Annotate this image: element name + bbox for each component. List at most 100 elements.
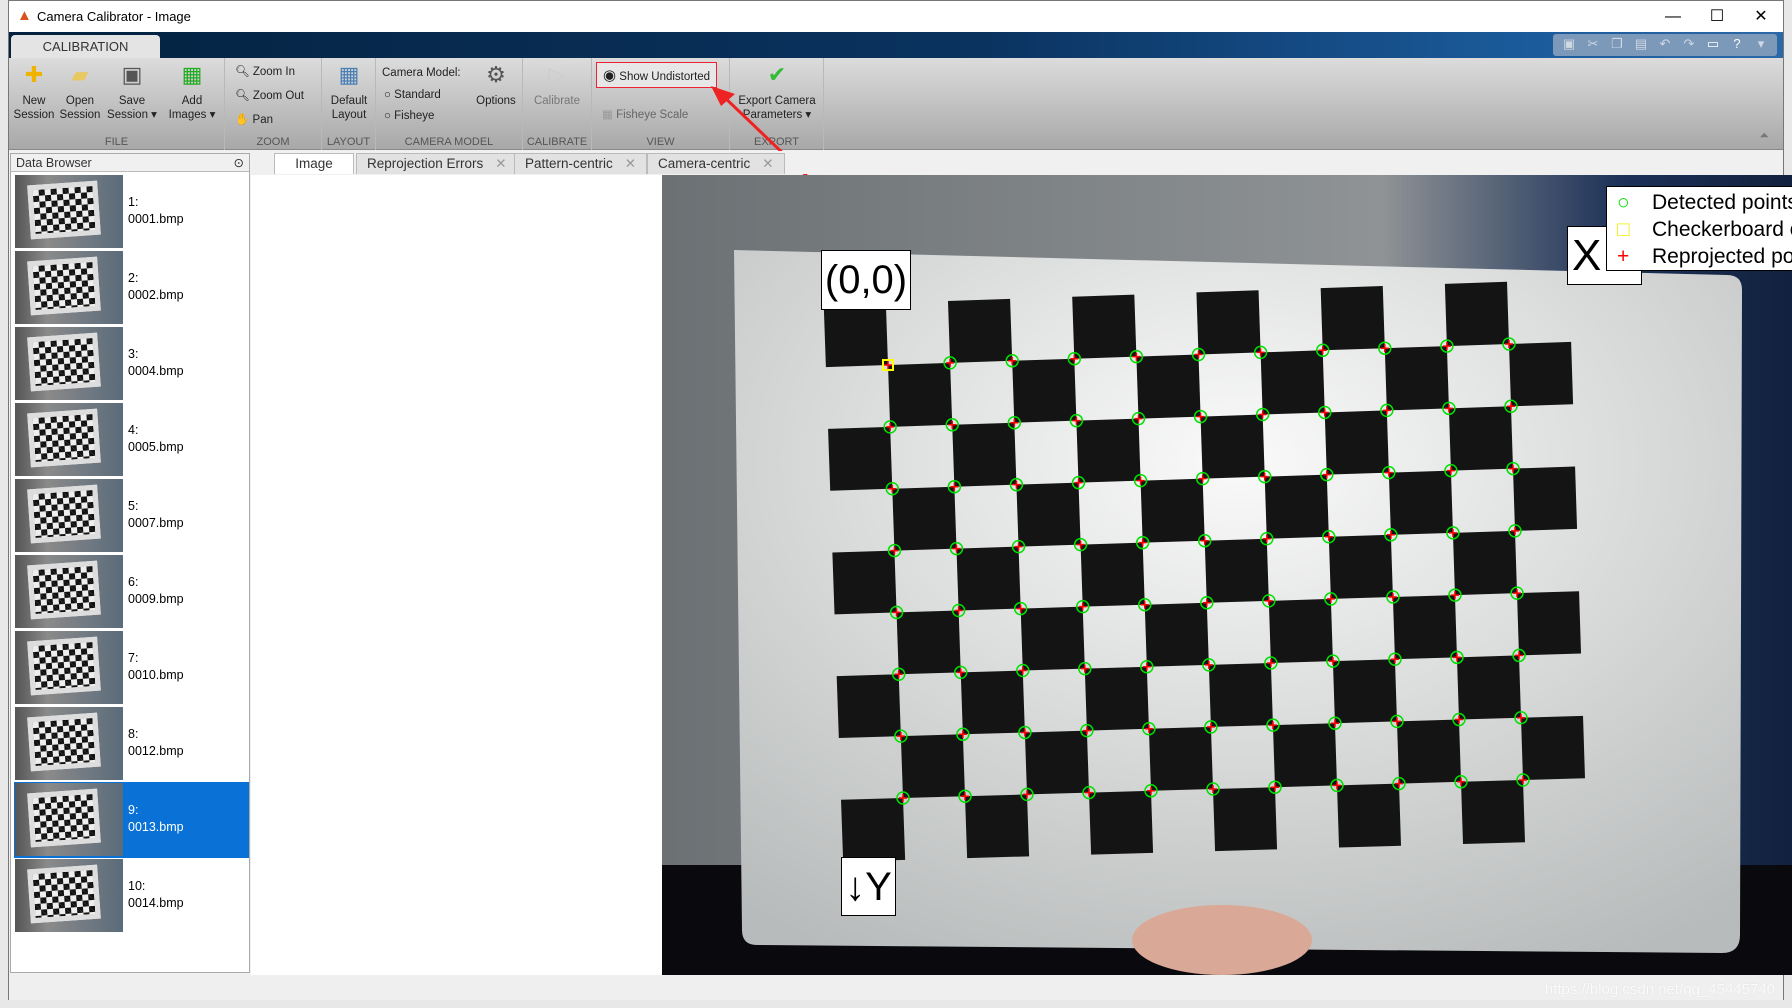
maximize-button[interactable]: ☐: [1697, 5, 1737, 29]
close-tab-icon[interactable]: ✕: [762, 156, 773, 171]
list-item[interactable]: 2: 0002.bmp: [14, 250, 249, 326]
list-item[interactable]: 1: 0001.bmp: [14, 174, 249, 250]
hand: [1132, 905, 1312, 975]
circle-icon: ○: [1617, 191, 1630, 214]
checker-square: [1084, 666, 1149, 731]
thumbnail: [15, 479, 123, 552]
paste-icon[interactable]: ▤: [1633, 36, 1649, 52]
checker-square: [1509, 341, 1574, 407]
pan-button[interactable]: ✋ Pan: [235, 112, 273, 126]
tab-reprojection-errors[interactable]: Reprojection Errors ✕: [356, 153, 518, 174]
show-undistorted-button[interactable]: ◉ Show Undistorted: [596, 62, 718, 88]
item-label: 4: 0005.bmp: [128, 423, 184, 454]
floppy-icon: ▣: [121, 62, 143, 87]
item-label: 7: 0010.bmp: [128, 651, 184, 682]
close-tab-icon[interactable]: ✕: [495, 156, 506, 171]
checker-square: [952, 422, 1017, 487]
checker-square: [888, 362, 953, 427]
thumbnail: [15, 555, 123, 628]
checker-square: [1016, 482, 1081, 547]
zoom-in-button[interactable]: 🔍︎ Zoom In: [235, 64, 295, 78]
item-label: 10: 0014.bmp: [128, 879, 184, 910]
thumbnail: [15, 403, 123, 476]
data-browser: Data Browser ⊙ 1: 0001.bmp 2: 0002.bmp 3: 0004…: [10, 153, 250, 973]
open-session-button[interactable]: ▰ Open Session: [59, 62, 101, 122]
new-session-button[interactable]: ✚ New Session: [13, 62, 55, 122]
checker-square: [1076, 418, 1141, 483]
thumbnail: [15, 631, 123, 704]
list-item[interactable]: 5: 0007.bmp: [14, 478, 249, 554]
checker-square: [1448, 406, 1513, 471]
checker-square: [1324, 410, 1389, 475]
cut-icon[interactable]: ✂: [1585, 36, 1601, 52]
tab-pattern-centric[interactable]: Pattern-centric ✕: [514, 153, 648, 174]
checker-square: [1517, 591, 1582, 656]
options-button[interactable]: ⚙ Options: [472, 62, 520, 108]
checker-square: [1200, 414, 1265, 479]
tab-image[interactable]: Image: [274, 153, 354, 174]
legend: ○Detected points □Checkerboard origin +R…: [1606, 186, 1792, 271]
save-icon[interactable]: ▣: [1561, 36, 1577, 52]
list-item[interactable]: 10: 0014.bmp: [14, 858, 249, 934]
checker-square: [1461, 780, 1525, 845]
minimize-button[interactable]: —: [1653, 5, 1693, 29]
help-icon[interactable]: ?: [1729, 36, 1745, 52]
redo-icon[interactable]: ↷: [1681, 36, 1697, 52]
checker-square: [892, 486, 957, 551]
checker-square: [1384, 346, 1449, 411]
copy-icon[interactable]: ❐: [1609, 36, 1625, 52]
document-tabs: Image Reprojection Errors ✕ Pattern-centr…: [9, 151, 1783, 174]
add-images-button[interactable]: ▦ Add Images ▾: [167, 62, 217, 122]
group-label: ZOOM: [256, 136, 290, 148]
checker-square: [965, 794, 1030, 859]
collapse-ribbon-icon[interactable]: ⏶: [1759, 128, 1769, 143]
checker-square: [1268, 598, 1333, 663]
dropdown-icon[interactable]: ⊙: [234, 154, 244, 172]
list-item[interactable]: 7: 0010.bmp: [14, 630, 249, 706]
calibrate-button[interactable]: ▷ Calibrate: [527, 62, 587, 108]
standard-radio[interactable]: ○ Standard: [384, 89, 441, 101]
list-item[interactable]: 4: 0005.bmp: [14, 402, 249, 478]
close-tab-icon[interactable]: ✕: [625, 156, 636, 171]
legend-item-origin: □Checkerboard origin: [1617, 218, 1792, 241]
list-item[interactable]: 8: 0012.bmp: [14, 706, 249, 782]
list-item[interactable]: 3: 0004.bmp: [14, 326, 249, 402]
checker-square: [1144, 602, 1209, 667]
list-item[interactable]: 9: 0013.bmp: [14, 782, 249, 858]
checker-square: [1012, 358, 1077, 423]
undo-icon[interactable]: ↶: [1657, 36, 1673, 52]
tab-camera-centric[interactable]: Camera-centric ✕: [647, 153, 785, 174]
file-group: ✚ New Session ▰ Open Session ▣ Save Session…: [9, 58, 225, 150]
zoom-out-button[interactable]: 🔍︎ Zoom Out: [235, 88, 304, 102]
item-label: 6: 0009.bmp: [128, 575, 184, 606]
gear-icon: ⚙: [486, 62, 506, 87]
fisheye-radio[interactable]: ○ Fisheye: [384, 110, 434, 122]
thumbnail: [15, 327, 123, 400]
tab-calibration[interactable]: CALIBRATION: [11, 35, 160, 58]
menu-icon[interactable]: ▾: [1753, 36, 1769, 52]
checker-square: [1140, 478, 1205, 543]
checker-square: [828, 426, 893, 491]
layout-group: ▦ Default Layout LAYOUT: [322, 58, 376, 150]
checker-square: [1196, 290, 1261, 355]
hand-icon: ✋: [235, 114, 250, 126]
default-layout-button[interactable]: ▦ Default Layout: [324, 62, 374, 122]
checker-square: [1328, 534, 1393, 599]
checker-square: [947, 298, 1013, 363]
quick-access-toolbar: ▣ ✂ ❐ ▤ ↶ ↷ ▭? ▾: [1553, 34, 1777, 56]
save-session-button[interactable]: ▣ Save Session ▾: [107, 62, 157, 122]
checker-square: [1136, 354, 1201, 419]
square-icon: □: [1617, 218, 1630, 241]
plus-icon: +: [1617, 245, 1630, 268]
list-item[interactable]: 6: 0009.bmp: [14, 554, 249, 630]
fisheye-scale-button[interactable]: ▦ Fisheye Scale: [602, 107, 688, 121]
window-icon[interactable]: ▭: [1705, 36, 1721, 52]
fisheye-scale-icon: ▦: [602, 109, 613, 121]
thumbnail: [15, 783, 123, 856]
checker-square: [1024, 730, 1089, 795]
close-button[interactable]: ✕: [1741, 5, 1781, 29]
plus-icon: ✚: [24, 62, 44, 87]
checker-square: [1020, 606, 1085, 671]
camera-model-group: Camera Model: ○ Standard ○ Fisheye ⚙ Opti…: [376, 58, 523, 150]
group-label: LAYOUT: [326, 136, 371, 148]
